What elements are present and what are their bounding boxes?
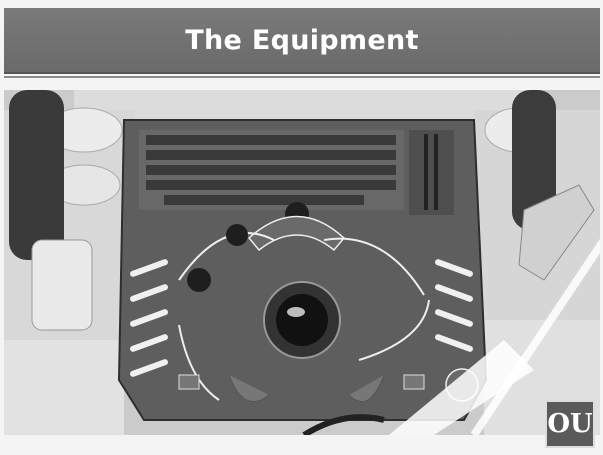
- equipment-photo: [4, 90, 600, 435]
- footer-band: [0, 435, 603, 455]
- logo-monogram: OU: [547, 409, 593, 439]
- slide-title: The Equipment: [185, 24, 419, 56]
- title-divider: [4, 76, 600, 78]
- ultrasound-console-illustration: [4, 90, 600, 435]
- title-bar: The Equipment: [4, 8, 600, 74]
- university-logo-icon: OU: [545, 400, 595, 448]
